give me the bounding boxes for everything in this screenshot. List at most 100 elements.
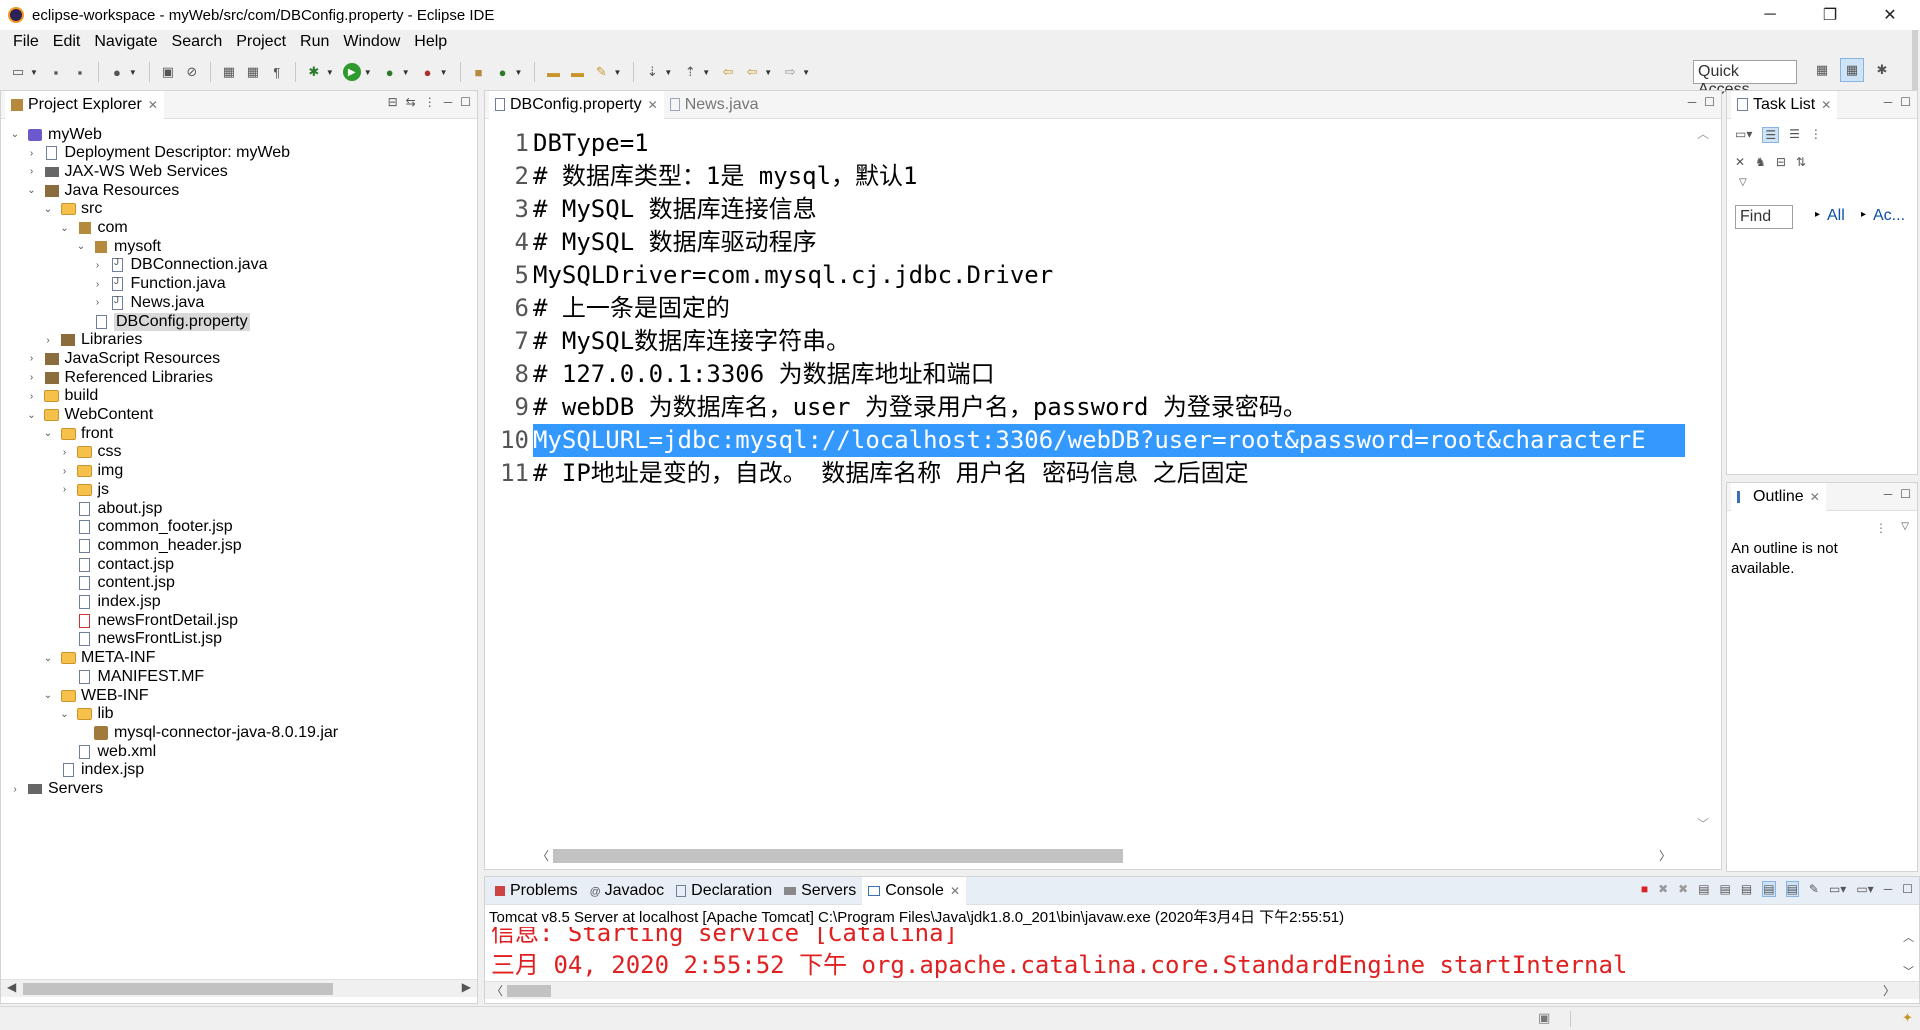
chevron-right-icon[interactable]: ›	[9, 784, 21, 795]
run-dropdown-icon[interactable]: ▼	[364, 68, 372, 77]
chevron-down-icon[interactable]: ⌄	[59, 709, 71, 720]
all-link[interactable]: All	[1827, 207, 1845, 225]
maximize-button[interactable]: ❐	[1800, 0, 1860, 30]
minimize-view-icon[interactable]: ─	[1688, 95, 1697, 109]
new-icon[interactable]: ▭	[9, 63, 27, 81]
chevron-down-icon[interactable]: ⌄	[75, 241, 87, 252]
scroll-left-icon[interactable]: 〈	[537, 847, 549, 864]
maximize-view-icon[interactable]: ☐	[1900, 487, 1911, 501]
maximize-view-icon[interactable]: ☐	[1902, 882, 1913, 896]
java-perspective-icon[interactable]: ✱	[1870, 58, 1894, 82]
chevron-down-icon[interactable]: ⌄	[42, 204, 54, 215]
scroll-up-icon[interactable]: ︿	[1697, 125, 1709, 142]
debug-icon[interactable]: ✱	[305, 63, 323, 81]
scroll-thumb[interactable]	[23, 983, 333, 995]
status-panel-icon[interactable]: ▣	[1538, 1010, 1550, 1026]
pin-console-icon[interactable]: ✎	[1809, 882, 1819, 896]
editor-vertical-scrollbar[interactable]: ︿ ﹀	[1685, 121, 1721, 836]
minimize-view-icon[interactable]: ─	[1884, 95, 1893, 109]
minimize-view-icon[interactable]: ─	[1884, 487, 1893, 501]
scroll-left-icon[interactable]: ◀	[7, 980, 16, 994]
toggle-block-icon[interactable]: ▦	[244, 63, 262, 81]
chevron-right-icon[interactable]: ›	[92, 279, 104, 290]
chevron-down-icon[interactable]: ⌄	[26, 185, 38, 196]
tab-news-java[interactable]: News.java	[664, 91, 765, 119]
forward-icon[interactable]: ⇨	[781, 63, 799, 81]
find-input[interactable]: Find	[1735, 205, 1793, 229]
next-annotation-icon[interactable]: ⇣	[643, 63, 661, 81]
scheduled-icon[interactable]: ☰	[1789, 127, 1800, 143]
code-line[interactable]: MySQLDriver=com.mysql.cj.jdbc.Driver	[533, 259, 1053, 292]
external-tools-icon[interactable]: ●	[419, 63, 437, 81]
menu-help[interactable]: Help	[407, 33, 454, 51]
scroll-right-icon[interactable]: ▶	[462, 980, 471, 994]
back-icon[interactable]: ⇦	[743, 63, 761, 81]
show-whitespace-icon[interactable]: ¶	[268, 63, 286, 81]
open-type-icon[interactable]: ▬	[544, 63, 562, 81]
close-icon[interactable]: ✕	[1810, 490, 1820, 504]
scroll-up-icon[interactable]: ︿	[1903, 929, 1914, 945]
show-on-stdout-icon[interactable]: ▤	[1762, 881, 1776, 897]
new-class-dropdown-icon[interactable]: ▼	[515, 68, 523, 77]
word-wrap-icon[interactable]: ▤	[1741, 882, 1752, 896]
collapse-all-icon[interactable]: ⊟	[1776, 155, 1786, 169]
explorer-horizontal-scrollbar[interactable]: ◀ ▶	[1, 979, 477, 997]
close-window-button[interactable]: ✕	[1860, 0, 1920, 30]
chevron-right-icon[interactable]: ›	[42, 335, 54, 346]
code-line[interactable]: DBType=1	[533, 127, 649, 160]
publish-dropdown-icon[interactable]: ▼	[129, 68, 137, 77]
new-class-icon[interactable]: ●	[494, 63, 512, 81]
menu-navigate[interactable]: Navigate	[87, 33, 164, 51]
minimize-button[interactable]: ─	[1740, 0, 1800, 30]
new-task-icon[interactable]: ▭▾	[1735, 127, 1752, 143]
chevron-down-icon[interactable]: ⌄	[59, 223, 71, 234]
last-edit-icon[interactable]: ⇦	[719, 63, 737, 81]
search-dropdown-icon[interactable]: ▼	[613, 68, 621, 77]
new-package-icon[interactable]: ■	[470, 63, 488, 81]
chevron-right-icon[interactable]: ›	[26, 166, 38, 177]
save-all-icon[interactable]: ▪	[71, 63, 89, 81]
chevron-down-icon[interactable]: ⌄	[42, 653, 54, 664]
tab-javadoc[interactable]: @ Javadoc	[584, 877, 671, 905]
code-line[interactable]: # MySQL 数据库驱动程序	[533, 226, 817, 259]
tab-problems[interactable]: Problems	[489, 877, 584, 905]
chevron-right-icon[interactable]: ›	[92, 297, 104, 308]
clear-console-icon[interactable]: ▤	[1698, 882, 1709, 896]
maximize-view-icon[interactable]: ☐	[1900, 95, 1911, 109]
view-menu-dropdown-icon[interactable]: ▽	[1739, 177, 1747, 188]
menu-edit[interactable]: Edit	[46, 33, 88, 51]
chevron-down-icon[interactable]: ⌄	[42, 690, 54, 701]
menu-project[interactable]: Project	[229, 33, 293, 51]
console-output[interactable]: 信息: Starting service [Catalina] 三月 04, 2…	[485, 927, 1895, 981]
menu-file[interactable]: File	[6, 33, 46, 51]
tip-lightbulb-icon[interactable]: ✦	[1902, 1010, 1913, 1026]
run-icon[interactable]: ▶	[342, 63, 361, 81]
code-line[interactable]: # MySQL 数据库连接信息	[533, 193, 817, 226]
new-dropdown-icon[interactable]: ▼	[30, 68, 38, 77]
console-horizontal-scrollbar[interactable]: 〈 〉	[485, 981, 1919, 999]
close-icon[interactable]: ✕	[1821, 98, 1831, 112]
code-line[interactable]: MySQLURL=jdbc:mysql://localhost:3306/web…	[533, 424, 1685, 457]
prev-annotation-icon[interactable]: ⇡	[681, 63, 699, 81]
minimize-view-icon[interactable]: ─	[444, 95, 453, 109]
tab-task-list[interactable]: Task List ✕	[1731, 90, 1838, 119]
scroll-right-icon[interactable]: 〉	[1659, 847, 1671, 864]
link-with-editor-icon[interactable]: ⇆	[406, 95, 416, 109]
code-line[interactable]: # 数据库类型：1是 mysql，默认1	[533, 160, 918, 193]
quick-access-field[interactable]: Quick Access	[1693, 60, 1797, 98]
close-icon[interactable]: ✕	[648, 98, 658, 112]
terminate-icon[interactable]: ■	[1641, 882, 1648, 896]
collapse-all-icon[interactable]: ⊟	[388, 95, 398, 109]
chevron-right-icon[interactable]: ›	[26, 148, 38, 159]
chevron-right-icon[interactable]: ›	[26, 372, 38, 383]
console-vertical-scrollbar[interactable]: ︿ ﹀	[1899, 927, 1919, 981]
scroll-lock-icon[interactable]: ▤	[1720, 882, 1731, 896]
activate-link[interactable]: Ac...	[1873, 207, 1905, 225]
search-toolbar-icon[interactable]: ✎	[592, 63, 610, 81]
scroll-thumb[interactable]	[507, 985, 551, 997]
save-icon[interactable]: ▪	[47, 63, 65, 81]
console-icon[interactable]: ▣	[159, 63, 177, 81]
tab-console[interactable]: Console ✕	[862, 876, 966, 905]
scroll-down-icon[interactable]: ﹀	[1903, 963, 1914, 979]
chevron-right-icon[interactable]: ›	[26, 353, 38, 364]
